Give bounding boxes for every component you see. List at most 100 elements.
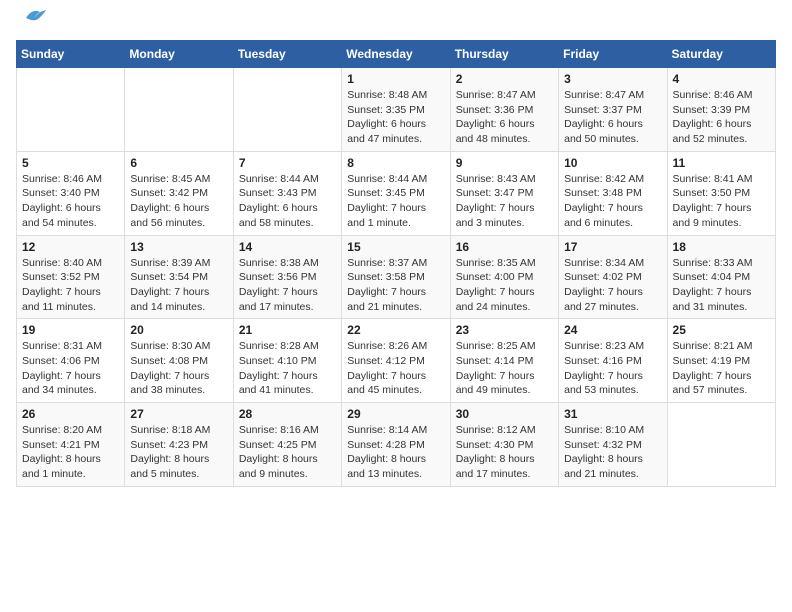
day-number: 28 [239,407,336,421]
day-number: 7 [239,156,336,170]
day-info: Sunrise: 8:30 AM Sunset: 4:08 PM Dayligh… [130,339,227,398]
week-row-5: 26 Sunrise: 8:20 AM Sunset: 4:21 PM Dayli… [17,403,776,487]
day-number: 17 [564,240,661,254]
day-info: Sunrise: 8:14 AM Sunset: 4:28 PM Dayligh… [347,423,444,482]
day-info: Sunrise: 8:23 AM Sunset: 4:16 PM Dayligh… [564,339,661,398]
day-cell: 7 Sunrise: 8:44 AM Sunset: 3:43 PM Daylig… [233,151,341,235]
day-cell [17,68,125,152]
day-number: 26 [22,407,119,421]
day-info: Sunrise: 8:44 AM Sunset: 3:45 PM Dayligh… [347,172,444,231]
day-cell: 24 Sunrise: 8:23 AM Sunset: 4:16 PM Dayli… [559,319,667,403]
day-number: 10 [564,156,661,170]
day-cell: 26 Sunrise: 8:20 AM Sunset: 4:21 PM Dayli… [17,403,125,487]
day-cell: 6Sunrise: 8:45 AM Sunset: 3:42 PM Daylig… [125,151,233,235]
day-number: 3 [564,72,661,86]
day-cell: 17 Sunrise: 8:34 AM Sunset: 4:02 PM Dayli… [559,235,667,319]
day-number: 23 [456,323,553,337]
col-header-tuesday: Tuesday [233,41,341,68]
day-number: 29 [347,407,444,421]
day-info: Sunrise: 8:16 AM Sunset: 4:25 PM Dayligh… [239,423,336,482]
day-cell: 8Sunrise: 8:44 AM Sunset: 3:45 PM Daylig… [342,151,450,235]
day-info: Sunrise: 8:26 AM Sunset: 4:12 PM Dayligh… [347,339,444,398]
day-cell: 20 Sunrise: 8:30 AM Sunset: 4:08 PM Dayli… [125,319,233,403]
day-info: Sunrise: 8:40 AM Sunset: 3:52 PM Dayligh… [22,256,119,315]
day-cell: 11Sunrise: 8:41 AM Sunset: 3:50 PM Dayli… [667,151,775,235]
day-cell: 31 Sunrise: 8:10 AM Sunset: 4:32 PM Dayli… [559,403,667,487]
day-info: Sunrise: 8:33 AM Sunset: 4:04 PM Dayligh… [673,256,770,315]
col-header-friday: Friday [559,41,667,68]
day-cell [125,68,233,152]
day-info: Sunrise: 8:42 AM Sunset: 3:48 PM Dayligh… [564,172,661,231]
day-cell: 12 Sunrise: 8:40 AM Sunset: 3:52 PM Dayli… [17,235,125,319]
day-number: 14 [239,240,336,254]
day-info: Sunrise: 8:46 AM Sunset: 3:40 PM Dayligh… [22,172,119,231]
day-info: Sunrise: 8:34 AM Sunset: 4:02 PM Dayligh… [564,256,661,315]
logo [16,16,48,28]
week-row-3: 12 Sunrise: 8:40 AM Sunset: 3:52 PM Dayli… [17,235,776,319]
day-cell: 13 Sunrise: 8:39 AM Sunset: 3:54 PM Dayli… [125,235,233,319]
day-info: Sunrise: 8:18 AM Sunset: 4:23 PM Dayligh… [130,423,227,482]
day-number: 13 [130,240,227,254]
day-number: 31 [564,407,661,421]
day-cell: 14Sunrise: 8:38 AM Sunset: 3:56 PM Dayli… [233,235,341,319]
col-header-wednesday: Wednesday [342,41,450,68]
day-info: Sunrise: 8:46 AM Sunset: 3:39 PM Dayligh… [673,88,770,147]
day-info: Sunrise: 8:47 AM Sunset: 3:37 PM Dayligh… [564,88,661,147]
day-cell: 23 Sunrise: 8:25 AM Sunset: 4:14 PM Dayli… [450,319,558,403]
day-cell: 28 Sunrise: 8:16 AM Sunset: 4:25 PM Dayli… [233,403,341,487]
day-cell: 19Sunrise: 8:31 AM Sunset: 4:06 PM Dayli… [17,319,125,403]
week-row-1: 1Sunrise: 8:48 AM Sunset: 3:35 PM Daylig… [17,68,776,152]
day-cell: 5 Sunrise: 8:46 AM Sunset: 3:40 PM Daylig… [17,151,125,235]
day-cell: 3 Sunrise: 8:47 AM Sunset: 3:37 PM Daylig… [559,68,667,152]
day-info: Sunrise: 8:12 AM Sunset: 4:30 PM Dayligh… [456,423,553,482]
day-number: 27 [130,407,227,421]
day-cell: 27 Sunrise: 8:18 AM Sunset: 4:23 PM Dayli… [125,403,233,487]
day-number: 9 [456,156,553,170]
day-cell [233,68,341,152]
day-info: Sunrise: 8:47 AM Sunset: 3:36 PM Dayligh… [456,88,553,147]
day-number: 30 [456,407,553,421]
day-cell: 15 Sunrise: 8:37 AM Sunset: 3:58 PM Dayli… [342,235,450,319]
day-cell: 21 Sunrise: 8:28 AM Sunset: 4:10 PM Dayli… [233,319,341,403]
day-info: Sunrise: 8:31 AM Sunset: 4:06 PM Dayligh… [22,339,119,398]
day-info: Sunrise: 8:10 AM Sunset: 4:32 PM Dayligh… [564,423,661,482]
week-row-4: 19Sunrise: 8:31 AM Sunset: 4:06 PM Dayli… [17,319,776,403]
day-number: 2 [456,72,553,86]
day-cell: 29 Sunrise: 8:14 AM Sunset: 4:28 PM Dayli… [342,403,450,487]
day-info: Sunrise: 8:21 AM Sunset: 4:19 PM Dayligh… [673,339,770,398]
day-info: Sunrise: 8:37 AM Sunset: 3:58 PM Dayligh… [347,256,444,315]
day-number: 18 [673,240,770,254]
day-info: Sunrise: 8:20 AM Sunset: 4:21 PM Dayligh… [22,423,119,482]
day-cell: 4 Sunrise: 8:46 AM Sunset: 3:39 PM Daylig… [667,68,775,152]
day-cell: 18 Sunrise: 8:33 AM Sunset: 4:04 PM Dayli… [667,235,775,319]
day-number: 25 [673,323,770,337]
day-info: Sunrise: 8:45 AM Sunset: 3:42 PM Dayligh… [130,172,227,231]
day-cell: 1Sunrise: 8:48 AM Sunset: 3:35 PM Daylig… [342,68,450,152]
day-number: 22 [347,323,444,337]
col-header-thursday: Thursday [450,41,558,68]
day-cell: 2 Sunrise: 8:47 AM Sunset: 3:36 PM Daylig… [450,68,558,152]
day-info: Sunrise: 8:43 AM Sunset: 3:47 PM Dayligh… [456,172,553,231]
day-number: 12 [22,240,119,254]
day-info: Sunrise: 8:48 AM Sunset: 3:35 PM Dayligh… [347,88,444,147]
day-cell: 16 Sunrise: 8:35 AM Sunset: 4:00 PM Dayli… [450,235,558,319]
calendar-header-row: SundayMondayTuesdayWednesdayThursdayFrid… [17,41,776,68]
day-cell [667,403,775,487]
day-number: 4 [673,72,770,86]
day-info: Sunrise: 8:25 AM Sunset: 4:14 PM Dayligh… [456,339,553,398]
day-number: 24 [564,323,661,337]
day-info: Sunrise: 8:39 AM Sunset: 3:54 PM Dayligh… [130,256,227,315]
day-number: 5 [22,156,119,170]
day-cell: 25 Sunrise: 8:21 AM Sunset: 4:19 PM Dayli… [667,319,775,403]
week-row-2: 5 Sunrise: 8:46 AM Sunset: 3:40 PM Daylig… [17,151,776,235]
col-header-saturday: Saturday [667,41,775,68]
logo-bird-icon [18,6,48,28]
day-number: 16 [456,240,553,254]
day-info: Sunrise: 8:44 AM Sunset: 3:43 PM Dayligh… [239,172,336,231]
day-info: Sunrise: 8:35 AM Sunset: 4:00 PM Dayligh… [456,256,553,315]
day-number: 15 [347,240,444,254]
day-info: Sunrise: 8:28 AM Sunset: 4:10 PM Dayligh… [239,339,336,398]
col-header-monday: Monday [125,41,233,68]
day-number: 21 [239,323,336,337]
day-number: 20 [130,323,227,337]
